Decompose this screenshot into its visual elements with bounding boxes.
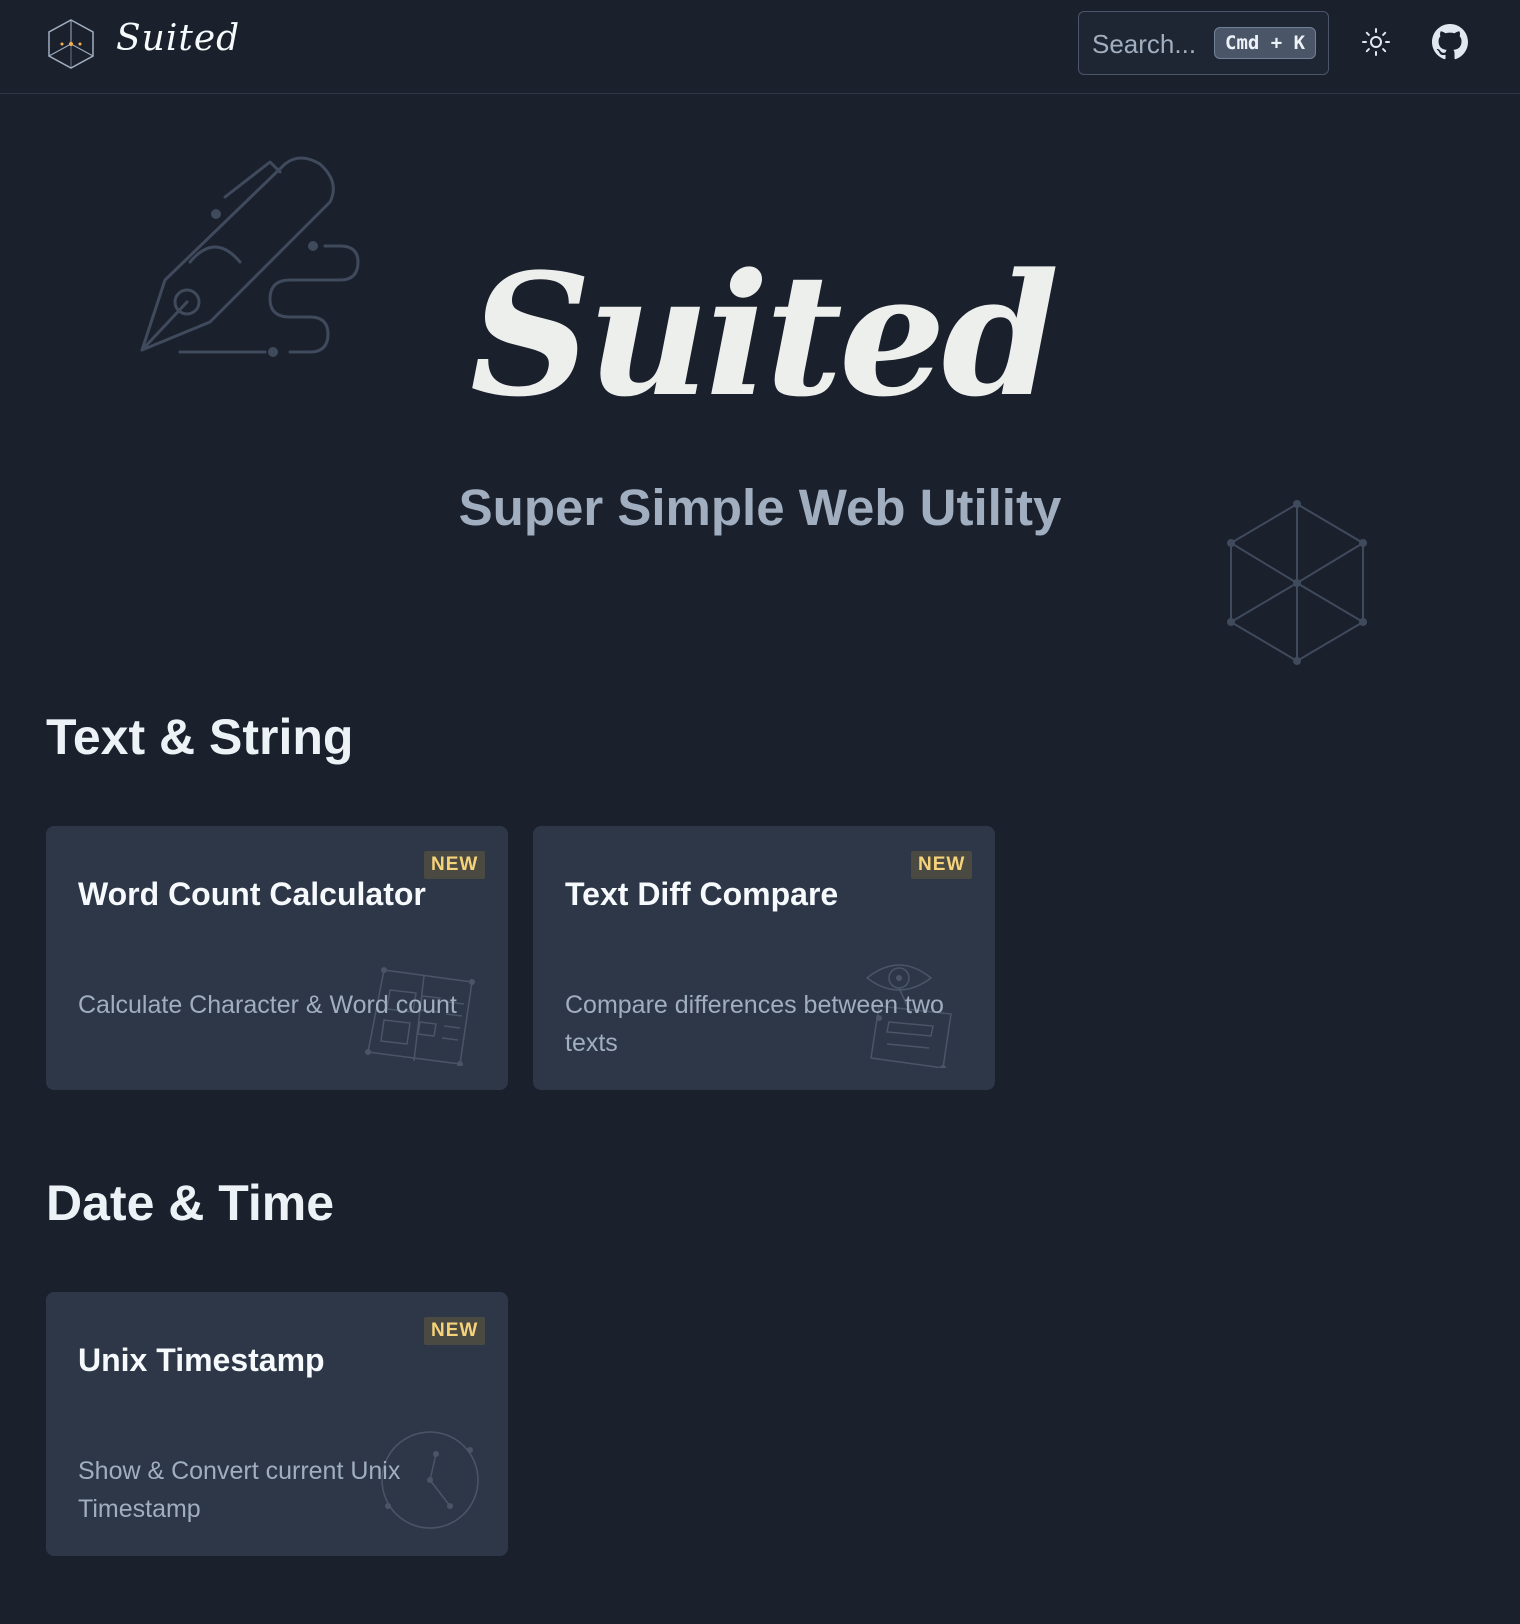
suited-logo-icon[interactable] <box>46 18 96 70</box>
tool-card-word-count[interactable]: NEW Word Count Calculator Calculate Char… <box>46 826 508 1090</box>
search-button[interactable]: Search... Cmd + K <box>1078 11 1329 75</box>
new-badge: NEW <box>424 1317 486 1345</box>
new-badge: NEW <box>911 851 973 879</box>
brand-logo-text[interactable]: Suited <box>116 18 240 59</box>
keyboard-shortcut-badge: Cmd + K <box>1214 27 1317 59</box>
cube-illustration-icon <box>1227 500 1367 665</box>
github-icon[interactable] <box>1432 24 1468 60</box>
card-title: Text Diff Compare <box>565 876 839 912</box>
search-placeholder: Search... <box>1092 29 1197 59</box>
top-navbar: Suited Search... Cmd + K <box>0 0 1520 94</box>
card-title: Unix Timestamp <box>78 1342 325 1378</box>
hero-subtitle: Super Simple Web Utility <box>458 479 1062 536</box>
tool-card-unix-timestamp[interactable]: NEW Unix Timestamp Show & Convert curren… <box>46 1292 508 1556</box>
card-description: Compare differences between two texts <box>565 991 944 1057</box>
section-title-date-time: Date & Time <box>46 1175 335 1231</box>
section-title-text-string: Text & String <box>46 709 354 765</box>
card-description: Calculate Character & Word count <box>78 991 457 1019</box>
tool-card-text-diff[interactable]: NEW Text Diff Compare Compare difference… <box>533 826 995 1090</box>
pen-illustration-icon <box>140 156 360 357</box>
hero-title: Suited <box>470 236 1059 434</box>
card-description: Show & Convert current Unix Timestamp <box>78 1457 401 1523</box>
new-badge: NEW <box>424 851 486 879</box>
sun-icon[interactable] <box>1358 24 1394 60</box>
card-title: Word Count Calculator <box>78 876 426 912</box>
